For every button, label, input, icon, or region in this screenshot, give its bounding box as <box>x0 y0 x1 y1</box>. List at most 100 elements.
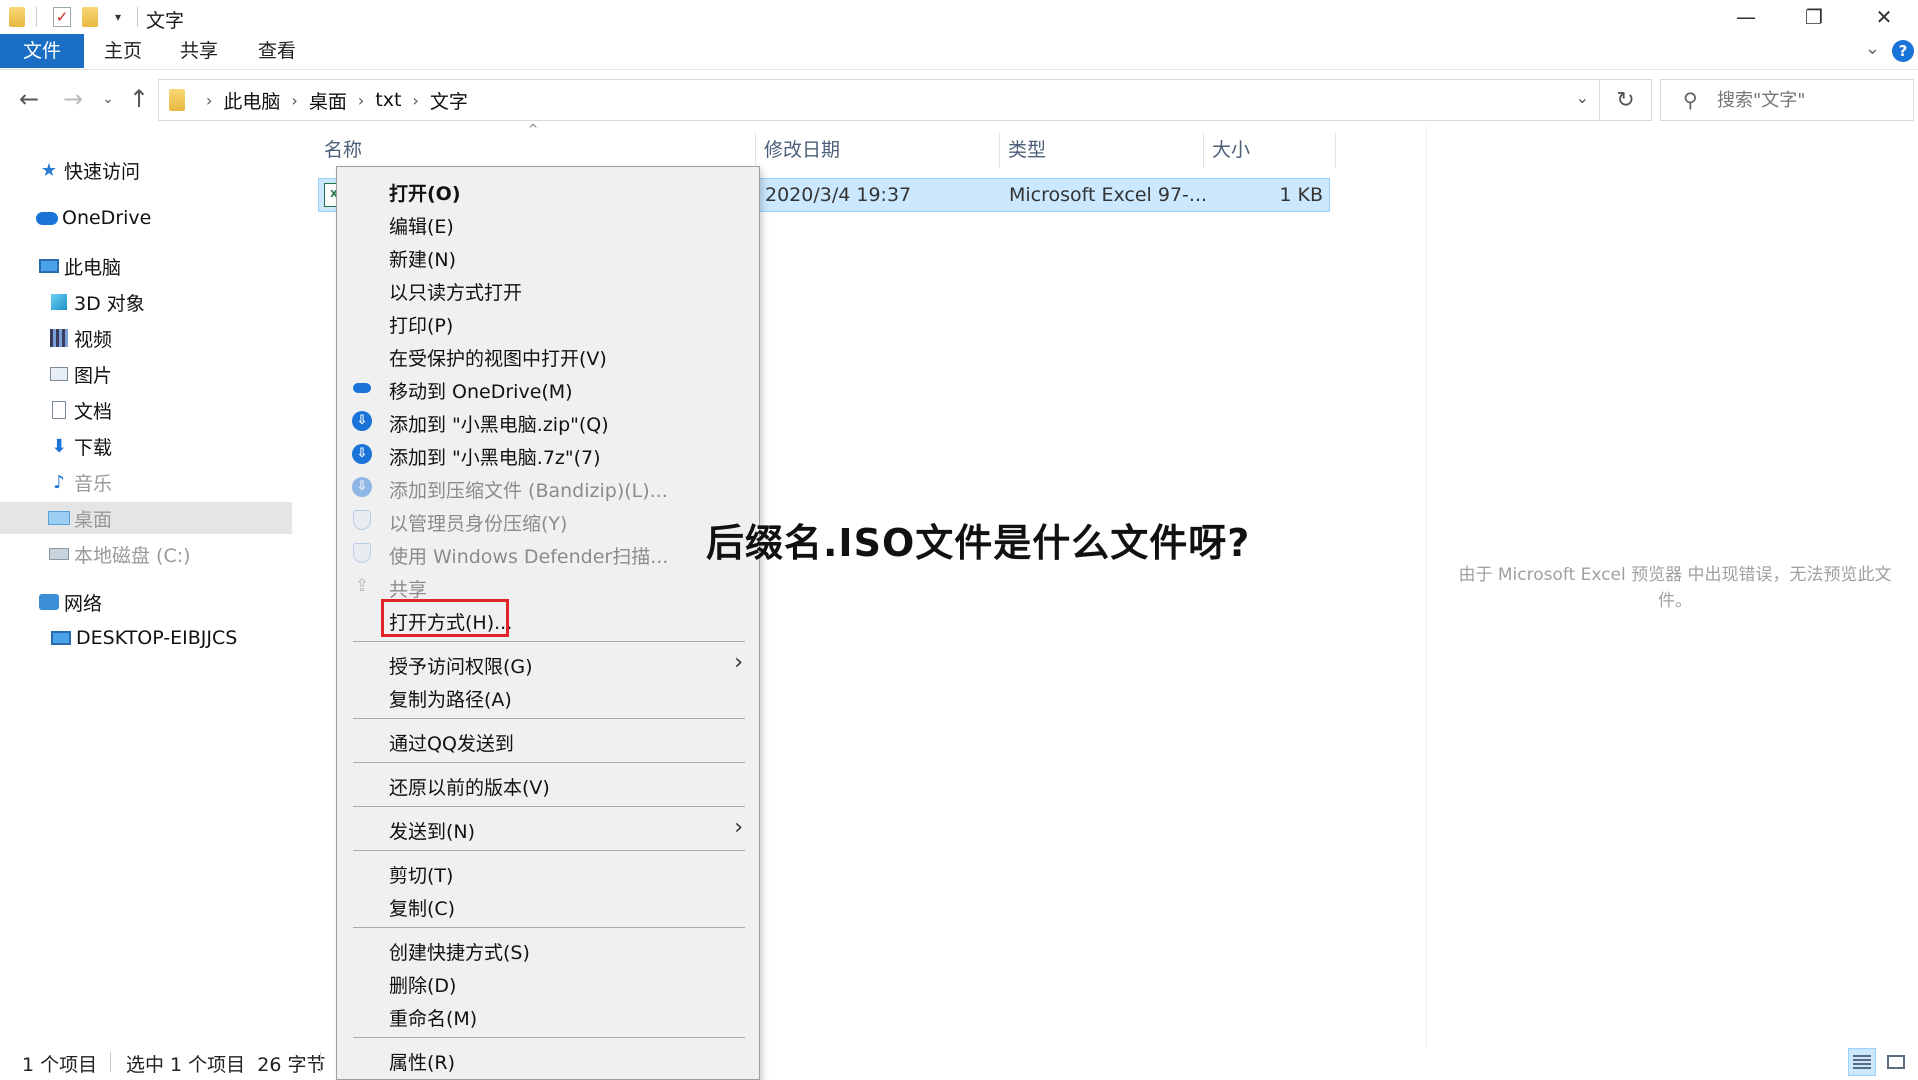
breadcrumb-chevron-icon[interactable]: › <box>358 91 364 110</box>
onedrive-icon <box>351 377 373 399</box>
nav-label: 图片 <box>74 364 113 387</box>
nav-label: 此电脑 <box>64 256 122 279</box>
breadcrumb-chevron-icon[interactable]: › <box>412 91 418 110</box>
menu-item-label: 添加到压缩文件 (Bandizip)(L)... <box>389 480 668 502</box>
menu-item-copy-path[interactable]: 复制为路径(A) <box>337 679 761 712</box>
drive-icon <box>48 543 70 565</box>
menu-item-label: 添加到 "小黑电脑.7z"(7) <box>389 447 601 469</box>
expand-ribbon-chevron-icon[interactable]: ⌄ <box>1865 38 1880 59</box>
preview-error-message: 由于 Microsoft Excel 预览器 中出现错误，无法预览此文件。 <box>1458 565 1892 611</box>
nav-local-disk[interactable]: 本地磁盘 (C:) <box>0 538 292 570</box>
menu-item-add-zip[interactable]: ⇩ 添加到 "小黑电脑.zip"(Q) <box>337 404 761 437</box>
properties-check-icon[interactable]: ✓ <box>51 6 73 28</box>
window-title: 文字 <box>146 10 185 32</box>
nav-3d-objects[interactable]: 3D 对象 <box>0 286 292 318</box>
breadcrumb: › 此电脑 › 桌面 › txt › 文字 <box>195 80 468 120</box>
breadcrumb-this-pc[interactable]: 此电脑 <box>223 87 280 114</box>
menu-separator <box>353 1037 745 1038</box>
menu-item-add-archive[interactable]: ⇩ 添加到压缩文件 (Bandizip)(L)... <box>337 470 761 503</box>
breadcrumb-current[interactable]: 文字 <box>430 87 468 114</box>
menu-item-copy[interactable]: 复制(C) <box>337 888 761 921</box>
breadcrumb-chevron-icon[interactable]: › <box>206 91 212 110</box>
nav-onedrive[interactable]: OneDrive <box>0 202 292 234</box>
help-icon[interactable]: ? <box>1892 40 1914 62</box>
file-type: Microsoft Excel 97-... <box>1009 184 1208 206</box>
menu-separator <box>353 850 745 851</box>
menu-item-edit[interactable]: 编辑(E) <box>337 206 761 239</box>
nav-videos[interactable]: 视频 <box>0 322 292 354</box>
nav-pictures[interactable]: 图片 <box>0 358 292 390</box>
file-explorer-window: ✓ ▾ 文字 — ❐ ✕ 文件 主页 共享 查看 ⌄ ? ← → ⌄ ↑ › 此… <box>0 0 1918 1080</box>
maximize-button[interactable]: ❐ <box>1780 0 1848 34</box>
menu-item-add-7z[interactable]: ⇩ 添加到 "小黑电脑.7z"(7) <box>337 437 761 470</box>
nav-desktop-pc[interactable]: DESKTOP-EIBJJCS <box>0 622 292 654</box>
recent-locations-chevron-icon[interactable]: ⌄ <box>98 84 118 114</box>
tab-file[interactable]: 文件 <box>0 34 84 68</box>
minimize-button[interactable]: — <box>1712 0 1780 34</box>
nav-downloads[interactable]: ⬇ 下载 <box>0 430 292 462</box>
menu-item-send-to[interactable]: 发送到(N) › <box>337 811 761 844</box>
menu-item-grant-access[interactable]: 授予访问权限(G) › <box>337 646 761 679</box>
menu-item-delete[interactable]: 删除(D) <box>337 965 761 998</box>
nav-desktop[interactable]: 桌面 <box>0 502 292 534</box>
new-folder-icon[interactable] <box>79 6 101 28</box>
ribbon: 文件 主页 共享 查看 ⌄ ? <box>0 34 1918 70</box>
nav-documents[interactable]: 文档 <box>0 394 292 426</box>
menu-item-admin-compress[interactable]: 以管理员身份压缩(Y) <box>337 503 761 536</box>
tab-view[interactable]: 查看 <box>246 34 308 68</box>
nav-label: 视频 <box>74 328 113 351</box>
breadcrumb-desktop[interactable]: 桌面 <box>309 87 347 114</box>
menu-separator <box>353 927 745 928</box>
menu-item-cut[interactable]: 剪切(T) <box>337 855 761 888</box>
menu-item-defender-scan[interactable]: 使用 Windows Defender扫描... <box>337 536 761 569</box>
column-header-size[interactable]: 大小 <box>1204 132 1336 168</box>
search-box[interactable]: ⚲ <box>1660 79 1914 121</box>
nav-label: DESKTOP-EIBJJCS <box>76 627 238 649</box>
folder-icon <box>6 6 28 28</box>
menu-item-send-qq[interactable]: 通过QQ发送到 <box>337 723 761 756</box>
menu-item-print[interactable]: 打印(P) <box>337 305 761 338</box>
nav-label: 文档 <box>74 400 113 423</box>
menu-item-restore-versions[interactable]: 还原以前的版本(V) <box>337 767 761 800</box>
menu-item-label: 使用 Windows Defender扫描... <box>389 546 669 568</box>
breadcrumb-txt[interactable]: txt <box>375 89 401 111</box>
nav-quick-access[interactable]: ★ 快速访问 <box>0 154 292 186</box>
quick-access-toolbar: ✓ ▾ <box>0 4 146 30</box>
highlight-annotation-box <box>381 599 509 637</box>
up-arrow-icon[interactable]: ↑ <box>124 84 154 114</box>
menu-item-protected-view[interactable]: 在受保护的视图中打开(V) <box>337 338 761 371</box>
menu-item-rename[interactable]: 重命名(M) <box>337 998 761 1031</box>
nav-network[interactable]: 网络 <box>0 586 292 618</box>
tab-home[interactable]: 主页 <box>92 34 154 68</box>
column-header-type[interactable]: 类型 <box>1000 132 1204 168</box>
network-icon <box>38 591 60 613</box>
menu-separator <box>353 718 745 719</box>
preview-pane-divider[interactable] <box>1426 126 1427 1046</box>
details-view-button[interactable] <box>1848 1048 1876 1076</box>
nav-this-pc[interactable]: 此电脑 <box>0 250 292 282</box>
menu-item-open[interactable]: 打开(O) <box>337 173 761 206</box>
bandizip-icon: ⇩ <box>351 443 373 465</box>
status-selected: 选中 1 个项目 26 字节 <box>126 1054 326 1076</box>
breadcrumb-chevron-icon[interactable]: › <box>291 91 297 110</box>
refresh-button[interactable]: ↻ <box>1600 79 1652 121</box>
menu-item-move-onedrive[interactable]: 移动到 OneDrive(M) <box>337 371 761 404</box>
address-bar[interactable]: › 此电脑 › 桌面 › txt › 文字 ⌄ <box>158 79 1600 121</box>
customize-toolbar-chevron-icon[interactable]: ▾ <box>107 6 129 28</box>
menu-item-new[interactable]: 新建(N) <box>337 239 761 272</box>
column-header-modified[interactable]: 修改日期 <box>756 132 1000 168</box>
nav-label: 网络 <box>64 592 103 615</box>
address-history-chevron-icon[interactable]: ⌄ <box>1576 88 1589 107</box>
menu-item-share[interactable]: ⇪ 共享 <box>337 569 761 602</box>
close-button[interactable]: ✕ <box>1850 0 1918 34</box>
menu-item-open-readonly[interactable]: 以只读方式打开 <box>337 272 761 305</box>
nav-label: 3D 对象 <box>74 292 145 315</box>
tab-share[interactable]: 共享 <box>168 34 230 68</box>
large-icons-view-button[interactable] <box>1882 1048 1910 1076</box>
nav-music[interactable]: ♪ 音乐 <box>0 466 292 498</box>
column-header-name[interactable]: 名称 <box>316 132 756 168</box>
back-arrow-icon[interactable]: ← <box>14 84 44 114</box>
forward-arrow-icon[interactable]: → <box>58 84 88 114</box>
search-input[interactable] <box>1717 87 1907 113</box>
menu-item-create-shortcut[interactable]: 创建快捷方式(S) <box>337 932 761 965</box>
